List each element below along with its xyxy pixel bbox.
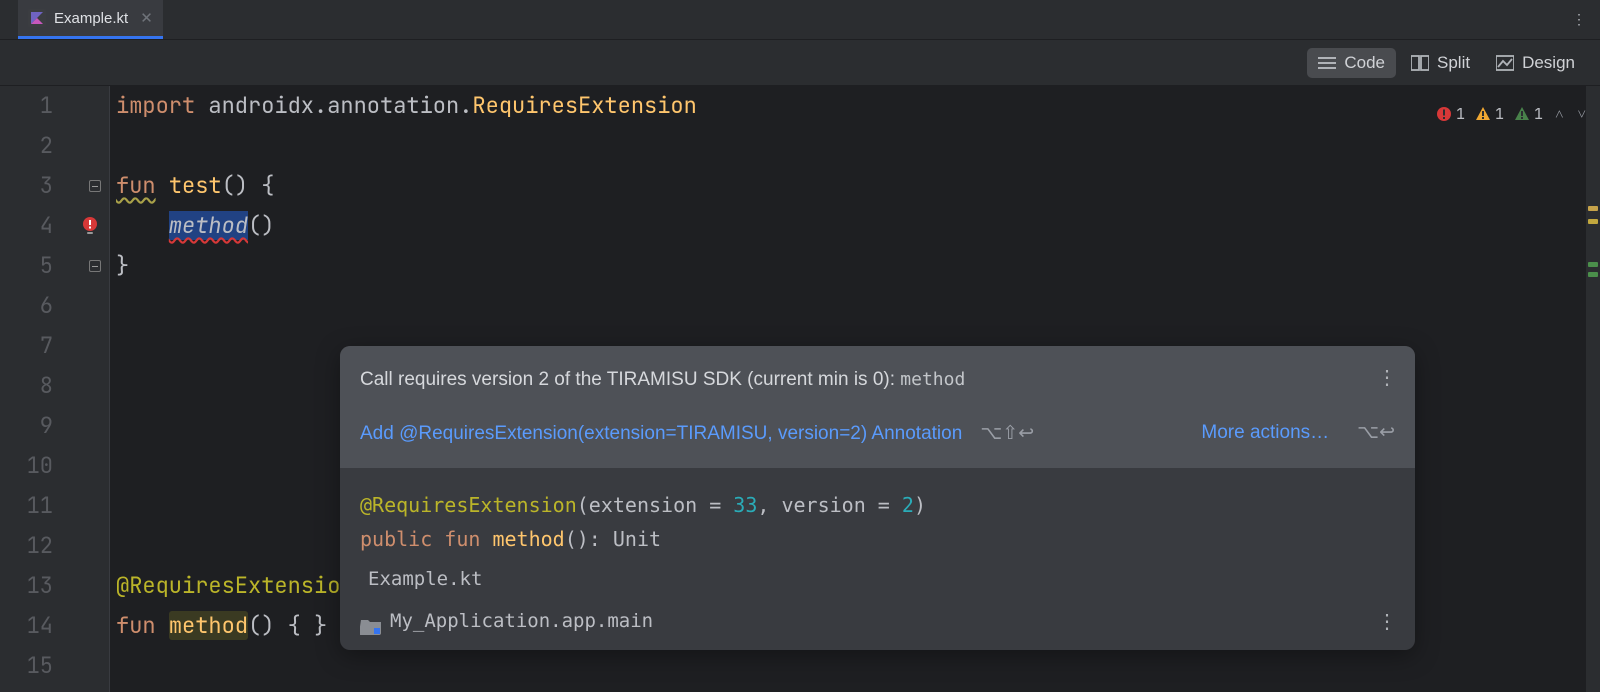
quickfix-link[interactable]: Add @RequiresExtension(extension=TIRAMIS… [360,423,962,444]
line-number[interactable]: 6 [0,286,53,326]
keyword: import [116,91,195,120]
gutter: 1 2 3 4 5 6 7 8 9 10 11 12 13 14 15 [0,86,110,692]
intention-bulb-icon[interactable] [79,215,101,237]
line-number[interactable]: 12 [0,526,53,566]
method-call-error[interactable]: method [169,211,248,240]
error-indicator[interactable]: 1 [1436,94,1465,134]
annotation: @RequiresExtension [360,493,577,517]
view-mode-design[interactable]: Design [1485,48,1586,78]
function-name: test [169,171,222,200]
kotlin-file-icon [28,9,46,27]
tab-filename: Example.kt [54,10,128,27]
line-number[interactable]: 4 [0,206,53,246]
punct: } [116,251,129,280]
view-mode-split-label: Split [1437,53,1470,73]
keyword: fun [116,611,156,640]
line-number[interactable]: 5 [0,246,53,286]
signature: (): Unit [565,527,661,551]
tooltip-module: My_Application.app.main [360,604,1395,638]
number: 2 [902,493,914,517]
view-mode-code-label: Code [1344,53,1385,73]
line-number[interactable]: 11 [0,486,53,526]
line-number[interactable]: 13 [0,566,53,606]
line-number[interactable]: 7 [0,326,53,366]
tooltip-title-text: Call requires version 2 of the TIRAMISU … [360,369,900,390]
more-vertical-icon[interactable]: ⋮ [1377,604,1397,638]
weak-warning-indicator[interactable]: 1 [1514,94,1543,134]
view-mode-code[interactable]: Code [1307,48,1396,78]
code-editor[interactable]: import androidx.annotation.RequiresExten… [110,86,1600,692]
punct: , version = [757,493,902,517]
more-vertical-icon[interactable]: ⋮ [1377,358,1397,398]
function-name: method [169,611,248,640]
package-path: androidx.annotation. [208,91,472,120]
tooltip-title: Call requires version 2 of the TIRAMISU … [360,360,1395,400]
warning-count: 1 [1495,94,1504,134]
warning-indicator[interactable]: 1 [1475,94,1504,134]
keyword: fun [116,171,156,200]
editor-tab-bar: Example.kt ✕ ⋮ [0,0,1600,40]
tooltip-file-label: Example.kt [368,562,1395,596]
fold-minus-icon[interactable] [89,180,101,192]
more-actions-shortcut: ⌥↩ [1357,413,1395,453]
punct: (extension = [577,493,734,517]
indent [116,211,169,240]
view-mode-design-label: Design [1522,53,1575,73]
punct: ) [914,493,926,517]
tab-bar-more-icon[interactable]: ⋮ [1558,0,1600,39]
editor-view-mode-bar: Code Split Design [0,40,1600,86]
stripe-ok[interactable] [1588,272,1598,277]
inspections-widget[interactable]: 1 1 1 ˄ ˅ [1436,94,1588,134]
stripe-warning[interactable] [1588,219,1598,224]
class-name: RequiresExtension [472,91,696,120]
error-icon [1436,106,1452,122]
punct: () { [222,171,275,200]
more-actions-link[interactable]: More actions… [1201,413,1329,453]
line-number[interactable]: 9 [0,406,53,446]
keyword: public [360,527,432,551]
line-number[interactable]: 10 [0,446,53,486]
quickfix-shortcut: ⌥⇧↩ [980,423,1034,444]
tooltip-header: ⋮ Call requires version 2 of the TIRAMIS… [340,346,1415,468]
folder-icon [360,612,382,630]
editor-area: 1 2 3 4 5 6 7 8 9 10 11 12 13 14 15 [0,86,1600,692]
inspection-tooltip: ⋮ Call requires version 2 of the TIRAMIS… [340,346,1415,650]
error-stripe[interactable] [1586,86,1600,692]
editor-tab-active[interactable]: Example.kt ✕ [18,0,163,39]
line-number[interactable]: 3 [0,166,53,206]
weak-warning-icon [1514,106,1530,122]
tooltip-module-label: My_Application.app.main [390,604,653,638]
tooltip-title-method: method [900,369,965,390]
fold-minus-icon[interactable] [89,260,101,272]
close-icon[interactable]: ✕ [140,9,153,27]
line-number[interactable]: 15 [0,646,53,686]
line-number[interactable]: 2 [0,126,53,166]
function-name: method [492,527,564,551]
annotation: @RequiresExtension [116,571,354,600]
line-number[interactable]: 8 [0,366,53,406]
number: 33 [733,493,757,517]
punct: () { } [248,611,327,640]
line-number[interactable]: 14 [0,606,53,646]
line-number[interactable]: 1 [0,86,53,126]
list-icon [1318,55,1336,71]
design-icon [1496,55,1514,71]
punct: () [248,211,274,240]
keyword: fun [444,527,480,551]
warning-icon [1475,106,1491,122]
tooltip-body: @RequiresExtension(extension = 33, versi… [340,468,1415,650]
stripe-warning[interactable] [1588,206,1598,211]
chevron-up-icon[interactable]: ˄ [1553,94,1565,134]
split-icon [1411,55,1429,71]
error-count: 1 [1456,94,1465,134]
weak-warning-count: 1 [1534,94,1543,134]
view-mode-split[interactable]: Split [1400,48,1481,78]
stripe-ok[interactable] [1588,262,1598,267]
